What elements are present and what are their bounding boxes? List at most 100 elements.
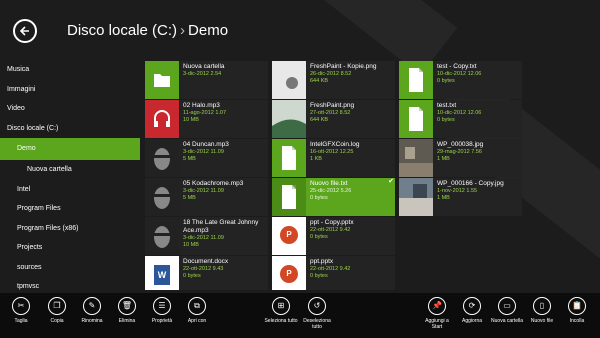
file-date: 16-ott-2012 12.25 (310, 149, 354, 155)
file-tile[interactable]: WP_000166 - Copy.jpg 1-nov-2012 1.55 1 MB (399, 178, 522, 216)
sidebar-item-immagini[interactable]: Immagini (0, 80, 140, 100)
file-date: 10-dic-2012 12.06 (437, 71, 482, 77)
sidebar-item-projects[interactable]: Projects (0, 238, 140, 258)
rename-icon: ✎ (83, 297, 101, 315)
deselect-all-label: Deseleziona tutto (303, 318, 331, 330)
file-date: 10-dic-2012 12.06 (437, 110, 482, 116)
sidebar-item-demo[interactable]: Demo (0, 138, 140, 160)
undo-icon: ↺ (308, 297, 326, 315)
file-tile[interactable]: P ppt - Copy.pptx 22-ott-2012 9.42 0 bytes (272, 217, 395, 255)
image-thumbnail (272, 100, 306, 138)
paste-button[interactable]: 📋 Incolla (560, 297, 594, 324)
file-tile-selected[interactable]: Nuovo file.txt 25-dic-2012 5.26 0 bytes ✔ (272, 178, 395, 216)
file-date: 29-mag-2012 7.56 (437, 149, 482, 155)
file-name: 05 Kodachrome.mp3 (183, 180, 244, 187)
file-date: 3-dic-2012 11.09 (183, 235, 224, 241)
file-name: test.txt (437, 102, 457, 109)
paste-label: Incolla (569, 318, 585, 324)
new-folder-label: Nuova cartella (491, 318, 523, 324)
refresh-button[interactable]: ⟳ Aggiorna (455, 297, 489, 324)
image-thumbnail (399, 139, 433, 177)
sidebar-item-program-files-x86[interactable]: Program Files (x86) (0, 219, 140, 239)
file-tile[interactable]: WP_000038.jpg 29-mag-2012 7.56 1 MB (399, 139, 522, 177)
file-date: 1-nov-2012 1.55 (437, 188, 478, 194)
copy-button[interactable]: ❐ Copia (40, 297, 74, 324)
sidebar-item-program-files[interactable]: Program Files (0, 199, 140, 219)
file-tile[interactable]: 04 Duncan.mp3 3-dic-2012 11.09 5 MB (145, 139, 268, 177)
file-name: WP_000038.jpg (437, 141, 484, 148)
file-tile[interactable]: Nuova cartella 3-dic-2012 2.54 (145, 61, 268, 99)
text-file-icon (272, 178, 306, 216)
sidebar-item-sources[interactable]: sources (0, 258, 140, 278)
file-tile[interactable]: FreshPaint.png 27-ott-2012 8.52 644 KB (272, 100, 395, 138)
refresh-icon: ⟳ (463, 297, 481, 315)
open-with-icon: ⧉ (188, 297, 206, 315)
file-size: 10 MB (183, 242, 199, 248)
file-tile[interactable]: test - Copy.txt 10-dic-2012 12.06 0 bytes (399, 61, 522, 99)
file-tile[interactable]: IntelGFXCoin.log 16-ott-2012 12.25 1 KB (272, 139, 395, 177)
pin-to-start-button[interactable]: 📌 Aggiungi a Start (420, 297, 454, 330)
file-size: 5 MB (183, 156, 196, 162)
file-date: 3-dic-2012 11.09 (183, 149, 224, 155)
breadcrumb-separator: › (180, 22, 186, 39)
sidebar-item-musica[interactable]: Musica (0, 60, 140, 80)
file-size: 10 MB (183, 117, 199, 123)
breadcrumb-drive[interactable]: Disco locale (C:) (67, 22, 177, 39)
word-document-icon: W (145, 256, 179, 290)
delete-button[interactable]: 🗑 Elimina (110, 297, 144, 324)
headphones-icon (145, 100, 179, 138)
trash-icon: 🗑 (118, 297, 136, 315)
file-name: Nuova cartella (183, 63, 225, 70)
new-folder-button[interactable]: ▭ Nuova cartella (490, 297, 524, 324)
copy-icon: ❐ (48, 297, 66, 315)
file-tile[interactable]: FreshPaint - Kopie.png 26-dic-2012 8.52 64… (272, 61, 395, 99)
file-tile[interactable]: P ppt.pptx 22-ott-2012 9.42 0 bytes (272, 256, 395, 290)
back-button[interactable] (13, 19, 37, 43)
file-date: 11-ago-2012 1.07 (183, 110, 227, 116)
pin-icon: 📌 (428, 297, 446, 315)
album-art-thumbnail (145, 139, 179, 177)
sidebar-item-disco-locale[interactable]: Disco locale (C:) (0, 119, 140, 139)
properties-button[interactable]: ☰ Proprietà (145, 297, 179, 324)
cut-button[interactable]: ✂ Taglia (4, 297, 38, 324)
deselect-all-button[interactable]: ↺ Deseleziona tutto (300, 297, 334, 330)
file-size: 1 MB (437, 156, 450, 162)
open-with-button[interactable]: ⧉ Apri con (180, 297, 214, 324)
breadcrumb: Disco locale (C:) › Demo (67, 22, 228, 39)
file-tile[interactable]: 02 Halo.mp3 11-ago-2012 1.07 10 MB (145, 100, 268, 138)
app-bar: ✂ Taglia ❐ Copia ✎ Rinomina 🗑 Elimina ☰ … (0, 293, 600, 338)
select-all-button[interactable]: ⊞ Seleziona tutto (264, 297, 298, 324)
rename-button[interactable]: ✎ Rinomina (75, 297, 109, 324)
sidebar-item-intel[interactable]: Intel (0, 180, 140, 200)
refresh-label: Aggiorna (461, 318, 482, 324)
sidebar-item-video[interactable]: Video (0, 99, 140, 119)
file-size: 0 bytes (437, 117, 455, 123)
file-size: 0 bytes (310, 273, 328, 279)
log-file-icon (272, 139, 306, 177)
file-name: test - Copy.txt (437, 63, 477, 70)
file-size: 0 bytes (310, 195, 328, 201)
select-all-label: Seleziona tutto (264, 318, 298, 324)
scissors-icon: ✂ (12, 297, 30, 315)
file-date: 22-ott-2012 9.42 (310, 227, 351, 233)
rename-label: Rinomina (81, 318, 103, 324)
text-file-icon (399, 61, 433, 99)
file-size: 0 bytes (183, 273, 201, 279)
sidebar-item-nuova-cartella[interactable]: Nuova cartella (0, 160, 140, 180)
file-tile[interactable]: W Document.docx 22-ott-2012 9.43 0 bytes (145, 256, 268, 290)
copy-label: Copia (50, 318, 64, 324)
powerpoint-icon: P (272, 217, 306, 255)
file-tile[interactable]: 05 Kodachrome.mp3 3-dic-2012 11.09 5 MB (145, 178, 268, 216)
image-thumbnail (272, 61, 306, 99)
file-tile[interactable]: 18 The Late Great Johnny Ace.mp3 3-dic-20… (145, 217, 268, 255)
text-file-icon (399, 100, 433, 138)
open-with-label: Apri con (187, 318, 207, 324)
select-all-icon: ⊞ (272, 297, 290, 315)
file-tile[interactable]: test.txt 10-dic-2012 12.06 0 bytes (399, 100, 522, 138)
new-file-button[interactable]: ▯ Nuovo file (525, 297, 559, 324)
properties-label: Proprietà (151, 318, 173, 324)
file-date: 3-dic-2012 11.09 (183, 188, 224, 194)
album-art-thumbnail (145, 217, 179, 255)
file-date: 3-dic-2012 2.54 (183, 71, 222, 77)
breadcrumb-folder: Demo (188, 22, 229, 39)
